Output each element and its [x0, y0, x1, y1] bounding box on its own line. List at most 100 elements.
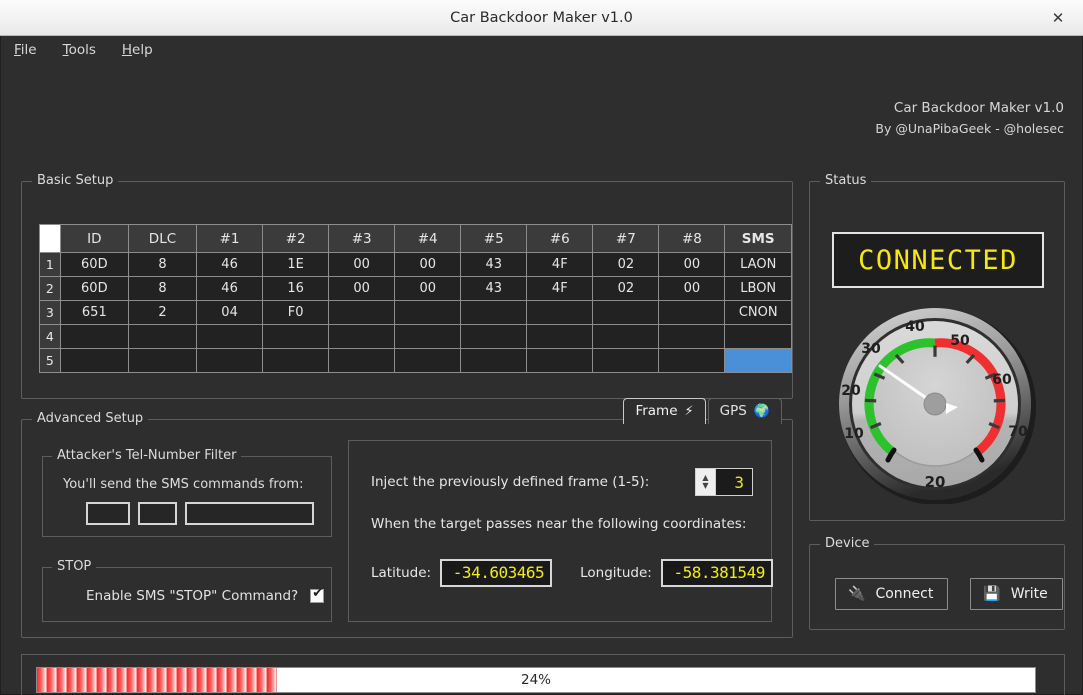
row-index-1[interactable]: 1 — [40, 253, 60, 276]
cell-r5-sms-selected[interactable] — [725, 349, 791, 372]
row-index-2[interactable]: 2 — [40, 277, 60, 300]
close-icon[interactable]: ✕ — [1041, 0, 1075, 36]
cell-r4-b7[interactable] — [593, 325, 659, 348]
cell-r2-b2[interactable]: 16 — [263, 277, 329, 300]
cell-r5-dlc[interactable] — [128, 349, 197, 372]
menu-help[interactable]: Help — [119, 40, 156, 60]
cell-r4-id[interactable] — [60, 325, 128, 348]
enable-stop-checkbox[interactable] — [310, 587, 325, 603]
cell-r4-b6[interactable] — [527, 325, 593, 348]
status-group-title: Status — [820, 173, 872, 188]
column-header-b6[interactable]: #6 — [527, 225, 593, 252]
cell-r3-id[interactable]: 651 — [60, 301, 128, 324]
row-index-4[interactable]: 4 — [40, 325, 60, 348]
cell-r2-b4[interactable]: 00 — [395, 277, 461, 300]
cell-r5-b5[interactable] — [461, 349, 527, 372]
cell-r3-b5[interactable] — [461, 301, 527, 324]
table-corner-cell[interactable] — [40, 225, 60, 252]
gauge-bottom-label: 20 — [925, 473, 946, 491]
cell-r5-id[interactable] — [60, 349, 128, 372]
cell-r1-b8[interactable]: 00 — [659, 253, 725, 276]
chevron-down-icon[interactable]: ▼ — [702, 482, 708, 490]
cell-r3-dlc[interactable]: 2 — [128, 301, 197, 324]
column-header-b1[interactable]: #1 — [197, 225, 263, 252]
tab-frame-label: Frame — [635, 403, 678, 419]
cell-r1-sms[interactable]: LAON — [725, 253, 791, 276]
cell-r5-b2[interactable] — [263, 349, 329, 372]
cell-r5-b7[interactable] — [593, 349, 659, 372]
cell-r2-b1[interactable]: 46 — [197, 277, 263, 300]
cell-r1-b6[interactable]: 4F — [527, 253, 593, 276]
cell-r1-b7[interactable]: 02 — [593, 253, 659, 276]
cell-r1-b2[interactable]: 1E — [263, 253, 329, 276]
cell-r4-b2[interactable] — [263, 325, 329, 348]
cell-r1-b4[interactable]: 00 — [395, 253, 461, 276]
cell-r1-b1[interactable]: 46 — [197, 253, 263, 276]
cell-r4-sms[interactable] — [725, 325, 791, 348]
window-title: Car Backdoor Maker v1.0 — [450, 9, 633, 26]
cell-r2-b7[interactable]: 02 — [593, 277, 659, 300]
column-header-b4[interactable]: #4 — [395, 225, 461, 252]
cell-r5-b8[interactable] — [659, 349, 725, 372]
longitude-input[interactable]: -58.381549 — [660, 559, 773, 587]
cell-r4-b5[interactable] — [461, 325, 527, 348]
connect-button[interactable]: 🔌 Connect — [835, 578, 949, 610]
cell-r5-b6[interactable] — [527, 349, 593, 372]
cell-r3-sms[interactable]: CNON — [725, 301, 791, 324]
device-group: Device 🔌 Connect 💾 Write — [809, 536, 1065, 630]
cell-r2-id[interactable]: 60D — [60, 277, 128, 300]
cell-r4-b4[interactable] — [395, 325, 461, 348]
cell-r4-b1[interactable] — [197, 325, 263, 348]
cell-r5-b1[interactable] — [197, 349, 263, 372]
column-header-b8[interactable]: #8 — [659, 225, 725, 252]
cell-r1-dlc[interactable]: 8 — [128, 253, 197, 276]
cell-r5-b3[interactable] — [329, 349, 395, 372]
column-header-b3[interactable]: #3 — [329, 225, 395, 252]
column-header-b2[interactable]: #2 — [263, 225, 329, 252]
cell-r4-b8[interactable] — [659, 325, 725, 348]
cell-r2-b6[interactable]: 4F — [527, 277, 593, 300]
cell-r5-b4[interactable] — [395, 349, 461, 372]
tel-country-code-input[interactable] — [86, 502, 130, 525]
column-header-b7[interactable]: #7 — [593, 225, 659, 252]
menu-tools[interactable]: Tools — [60, 40, 99, 60]
cell-r4-dlc[interactable] — [128, 325, 197, 348]
cell-r4-b3[interactable] — [329, 325, 395, 348]
frames-table[interactable]: ID DLC #1 #2 #3 #4 #5 #6 #7 #8 SMS 1 60D… — [39, 224, 792, 373]
cell-r2-dlc[interactable]: 8 — [128, 277, 197, 300]
column-header-dlc[interactable]: DLC — [128, 225, 197, 252]
gauge-label-70: 70 — [1008, 424, 1028, 440]
gauge-label-10: 10 — [844, 426, 864, 442]
frame-number-value[interactable]: 3 — [716, 469, 752, 495]
column-header-b5[interactable]: #5 — [461, 225, 527, 252]
tel-area-code-input[interactable] — [138, 502, 177, 525]
tel-number-input[interactable] — [185, 502, 314, 525]
tab-gps[interactable]: GPS 🌍 — [707, 398, 782, 424]
cell-r2-b8[interactable]: 00 — [659, 277, 725, 300]
frame-number-stepper[interactable]: ▲ ▼ 3 — [695, 468, 753, 496]
gauge-label-50: 50 — [950, 333, 970, 349]
write-button[interactable]: 💾 Write — [970, 578, 1063, 610]
cell-r3-b8[interactable] — [659, 301, 725, 324]
cell-r1-b3[interactable]: 00 — [329, 253, 395, 276]
column-header-sms[interactable]: SMS — [725, 225, 791, 252]
column-header-id[interactable]: ID — [60, 225, 128, 252]
cell-r1-id[interactable]: 60D — [60, 253, 128, 276]
latitude-input[interactable]: -34.603465 — [440, 559, 553, 587]
tab-frame[interactable]: Frame ⚡ — [623, 398, 706, 424]
cell-r3-b2[interactable]: F0 — [263, 301, 329, 324]
row-index-5[interactable]: 5 — [40, 349, 60, 372]
tel-number-filter-title: Attacker's Tel-Number Filter — [52, 448, 242, 463]
stepper-arrows[interactable]: ▲ ▼ — [696, 469, 716, 495]
cell-r2-b3[interactable]: 00 — [329, 277, 395, 300]
cell-r2-sms[interactable]: LBON — [725, 277, 791, 300]
cell-r3-b1[interactable]: 04 — [197, 301, 263, 324]
cell-r3-b6[interactable] — [527, 301, 593, 324]
row-index-3[interactable]: 3 — [40, 301, 60, 324]
cell-r3-b4[interactable] — [395, 301, 461, 324]
cell-r1-b5[interactable]: 43 — [461, 253, 527, 276]
menu-file[interactable]: File — [11, 40, 40, 60]
cell-r3-b7[interactable] — [593, 301, 659, 324]
cell-r2-b5[interactable]: 43 — [461, 277, 527, 300]
cell-r3-b3[interactable] — [329, 301, 395, 324]
